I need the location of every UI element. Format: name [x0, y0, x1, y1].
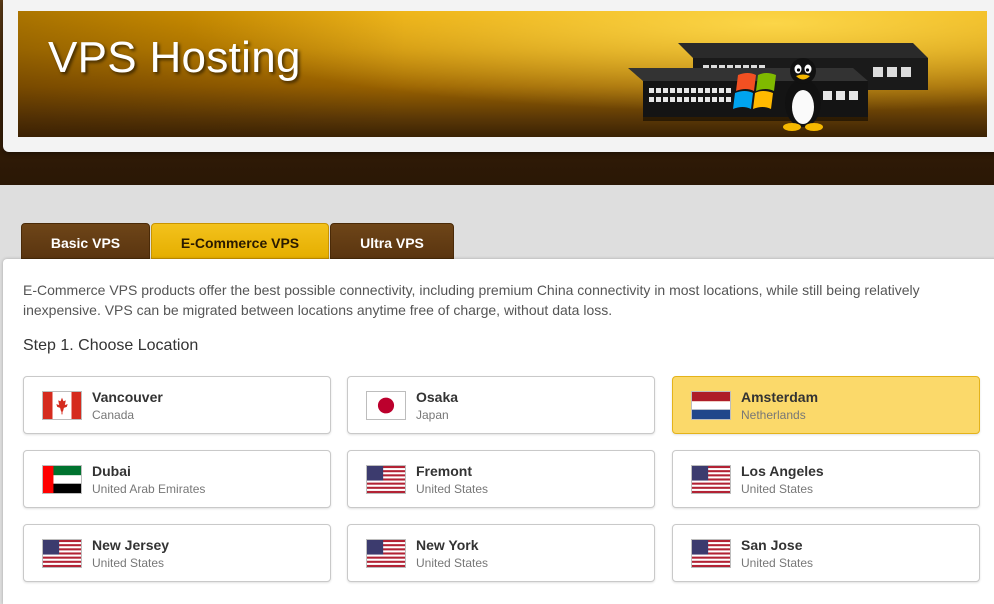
usa-flag-icon — [366, 465, 406, 494]
tab-basic-vps[interactable]: Basic VPS — [21, 223, 150, 259]
location-city: New York — [416, 537, 479, 553]
location-city: San Jose — [741, 537, 803, 553]
location-card-vancouver[interactable]: Vancouver Canada — [23, 376, 331, 434]
location-card-san-jose[interactable]: San Jose United States — [672, 524, 980, 582]
japan-flag-icon — [366, 391, 406, 420]
usa-flag-icon — [42, 539, 82, 568]
location-card-osaka[interactable]: Osaka Japan — [347, 376, 655, 434]
location-card-dubai[interactable]: Dubai United Arab Emirates — [23, 450, 331, 508]
location-country: United States — [92, 556, 165, 570]
location-city: Amsterdam — [741, 389, 819, 405]
netherlands-flag-icon — [691, 391, 731, 420]
location-card-amsterdam[interactable]: Amsterdam Netherlands — [672, 376, 980, 434]
location-city: New Jersey — [92, 537, 170, 553]
location-city: Fremont — [416, 463, 472, 479]
hero-banner: VPS Hosting — [18, 11, 987, 137]
location-country: Japan — [416, 408, 449, 422]
uae-flag-icon — [42, 465, 82, 494]
step-title: Step 1. Choose Location — [23, 337, 199, 354]
tab-ultra-vps[interactable]: Ultra VPS — [330, 223, 454, 259]
location-city: Vancouver — [92, 389, 163, 405]
location-country: United States — [741, 482, 814, 496]
location-country: United States — [416, 482, 489, 496]
location-country: United Arab Emirates — [92, 482, 206, 496]
canada-flag-icon — [42, 391, 82, 420]
location-country: United States — [416, 556, 489, 570]
location-card-new-york[interactable]: New York United States — [347, 524, 655, 582]
tab-e-commerce-vps[interactable]: E-Commerce VPS — [151, 223, 329, 259]
usa-flag-icon — [366, 539, 406, 568]
location-country: Netherlands — [741, 408, 806, 422]
location-country: Canada — [92, 408, 135, 422]
location-city: Los Angeles — [741, 463, 824, 479]
page-title: VPS Hosting — [48, 33, 301, 82]
usa-flag-icon — [691, 465, 731, 494]
location-country: United States — [741, 556, 814, 570]
server-switch-icon — [628, 43, 928, 131]
location-card-fremont[interactable]: Fremont United States — [347, 450, 655, 508]
location-card-los-angeles[interactable]: Los Angeles United States — [672, 450, 980, 508]
location-city: Osaka — [416, 389, 459, 405]
location-card-new-jersey[interactable]: New Jersey United States — [23, 524, 331, 582]
usa-flag-icon — [691, 539, 731, 568]
location-city: Dubai — [92, 463, 131, 479]
product-description: E-Commerce VPS products offer the best p… — [23, 282, 920, 318]
